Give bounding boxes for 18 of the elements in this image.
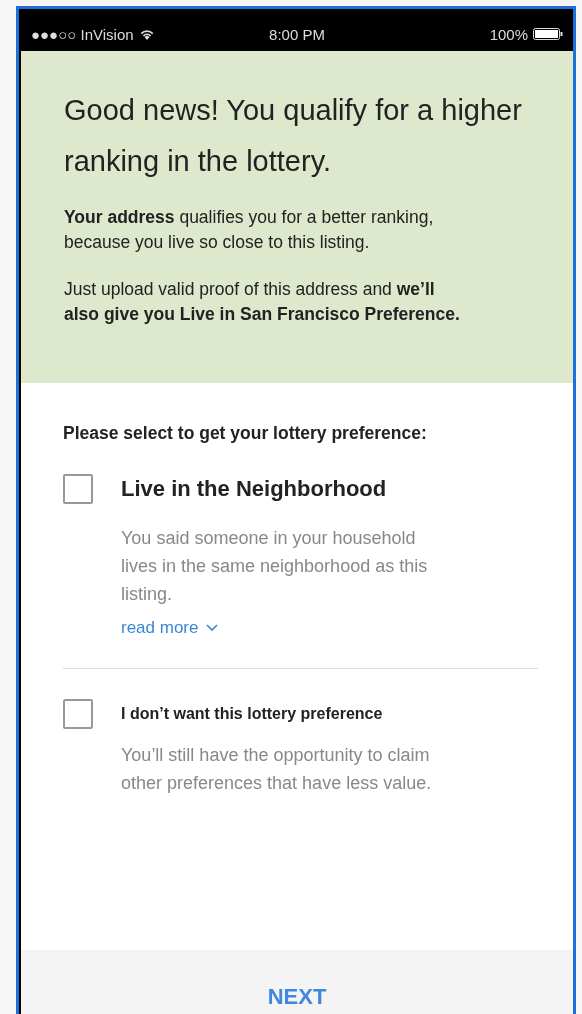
next-button[interactable]: NEXT — [267, 984, 327, 1010]
wifi-icon — [138, 28, 155, 40]
checkbox[interactable] — [63, 699, 93, 729]
battery-icon — [533, 28, 563, 40]
read-more-link[interactable]: read more — [121, 618, 219, 638]
banner-paragraph: Just upload valid proof of this address and we’ll also give you Live in San Francisco Preference. — [64, 278, 461, 326]
option-description: You said someone in your household lives in the same neighborhood as this listing. — [121, 527, 429, 606]
time-label: 8:00 PM — [269, 25, 325, 43]
banner-paragraph: Your address qualifies you for a better ranking, because you live so close to this listing. — [64, 206, 435, 254]
option-title: I don’t want this lottery preference — [121, 705, 384, 723]
chevron-down-icon — [206, 624, 219, 632]
prompt-text: Please select to get your lottery preference: — [63, 423, 428, 444]
battery-label: 100% — [489, 25, 528, 43]
checkbox[interactable] — [63, 474, 93, 504]
carrier-label: ●●●○○ InVision — [31, 25, 134, 43]
banner-heading: Good news! You qualify for a higher ranking in the lottery. — [64, 93, 523, 179]
option-title: Live in the Neighborhood — [121, 476, 388, 502]
option-description: You’ll still have the opportunity to claim other preferences that have less value. — [121, 744, 433, 795]
